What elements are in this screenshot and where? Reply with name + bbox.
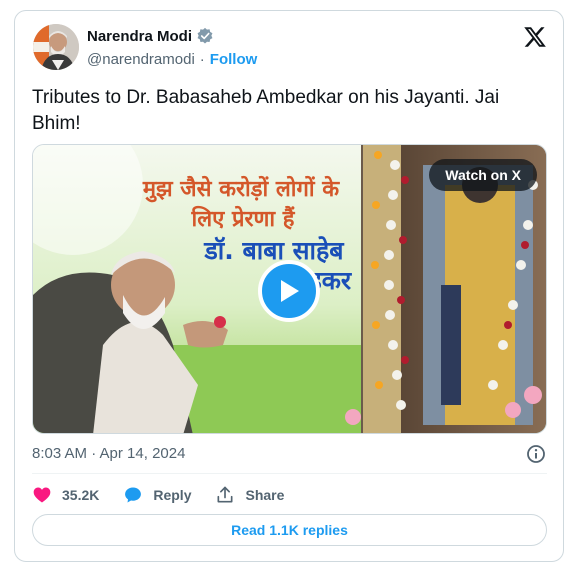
share-button[interactable]: Share bbox=[215, 485, 284, 505]
watch-on-x-button[interactable]: Watch on X bbox=[429, 159, 537, 191]
author-name[interactable]: Narendra Modi bbox=[87, 28, 192, 45]
like-count: 35.2K bbox=[62, 487, 100, 503]
x-logo-icon[interactable] bbox=[523, 25, 547, 49]
play-icon bbox=[281, 280, 299, 302]
share-icon bbox=[217, 486, 233, 503]
tweet-actions: 35.2K Reply Share bbox=[32, 483, 308, 507]
info-icon[interactable] bbox=[526, 444, 546, 464]
overlay-text-line: लिए प्रेरणा हैं bbox=[191, 207, 295, 232]
tweet-timestamp[interactable]: 8:03 AM · Apr 14, 2024 bbox=[32, 445, 185, 462]
reply-bubble-icon bbox=[125, 487, 142, 503]
verified-badge-icon bbox=[197, 27, 213, 44]
tweet-card: Narendra Modi @narendramodi · Follow Tri… bbox=[14, 10, 564, 562]
play-button[interactable] bbox=[258, 260, 320, 322]
read-replies-button[interactable]: Read 1.1K replies bbox=[32, 514, 547, 546]
overlay-text-line: मुझ जैसे करोड़ों लोगों के bbox=[142, 177, 340, 202]
author-handle[interactable]: @narendramodi bbox=[87, 51, 195, 68]
heart-icon bbox=[33, 487, 51, 503]
video-media[interactable]: मुझ जैसे करोड़ों लोगों के लिए प्रेरणा है… bbox=[32, 144, 547, 434]
avatar[interactable] bbox=[33, 24, 79, 70]
reply-button[interactable]: Reply bbox=[123, 485, 191, 505]
overlay-text-line: डॉ. बाबा साहेब bbox=[204, 236, 344, 265]
divider bbox=[32, 473, 547, 474]
separator-dot: · bbox=[199, 51, 205, 68]
like-button[interactable]: 35.2K bbox=[32, 485, 99, 505]
tweet-text: Tributes to Dr. Babasaheb Ambedkar on hi… bbox=[32, 87, 500, 134]
share-label: Share bbox=[245, 487, 285, 503]
reply-label: Reply bbox=[153, 487, 192, 503]
follow-button[interactable]: Follow bbox=[210, 51, 258, 68]
